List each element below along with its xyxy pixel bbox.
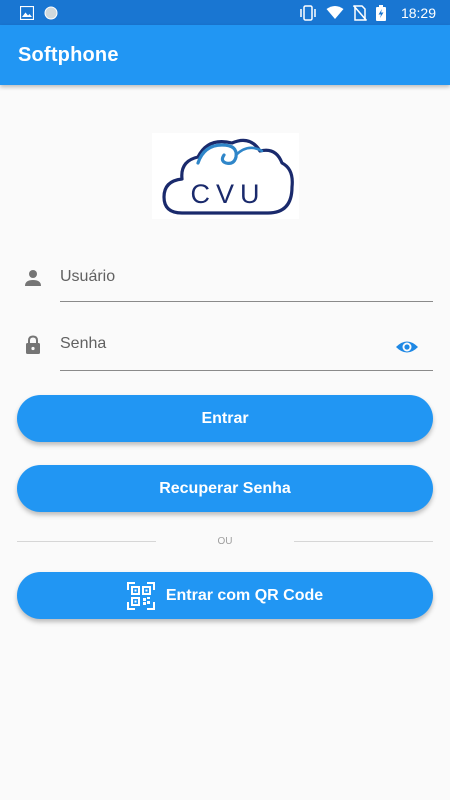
username-field[interactable]: Usuário	[17, 252, 433, 302]
app-title: Softphone	[18, 43, 119, 66]
circle-icon	[44, 6, 58, 19]
or-divider: OU	[17, 533, 433, 549]
recover-password-button-label: Recuperar Senha	[159, 479, 291, 497]
username-label: Usuário	[60, 268, 116, 285]
person-icon	[25, 270, 41, 286]
wifi-icon	[326, 5, 344, 19]
status-bar: 18:29	[0, 0, 450, 25]
divider-line-right	[294, 540, 433, 542]
or-label: OU	[217, 535, 233, 547]
qr-code-icon	[126, 581, 155, 610]
login-button[interactable]: Entrar	[17, 395, 433, 442]
eye-icon[interactable]	[395, 335, 419, 359]
password-label: Senha	[60, 335, 107, 352]
password-field[interactable]: Senha	[17, 319, 433, 371]
divider-line-left	[17, 540, 156, 542]
no-sim-icon	[352, 4, 367, 21]
qr-login-button[interactable]: Entrar com QR Code	[17, 572, 433, 619]
logo-text: CVU	[190, 179, 265, 209]
recover-password-button[interactable]: Recuperar Senha	[17, 465, 433, 512]
lock-icon	[26, 335, 40, 354]
app-bar: Softphone	[0, 25, 450, 85]
vibrate-icon	[300, 4, 316, 21]
image-icon	[20, 5, 34, 20]
login-button-label: Entrar	[201, 409, 249, 427]
battery-charging-icon	[375, 4, 386, 21]
status-time: 18:29	[400, 4, 436, 21]
qr-login-button-label: Entrar com QR Code	[165, 586, 324, 604]
username-underline	[60, 301, 433, 302]
logo: CVU	[152, 133, 299, 219]
password-underline	[60, 370, 433, 371]
